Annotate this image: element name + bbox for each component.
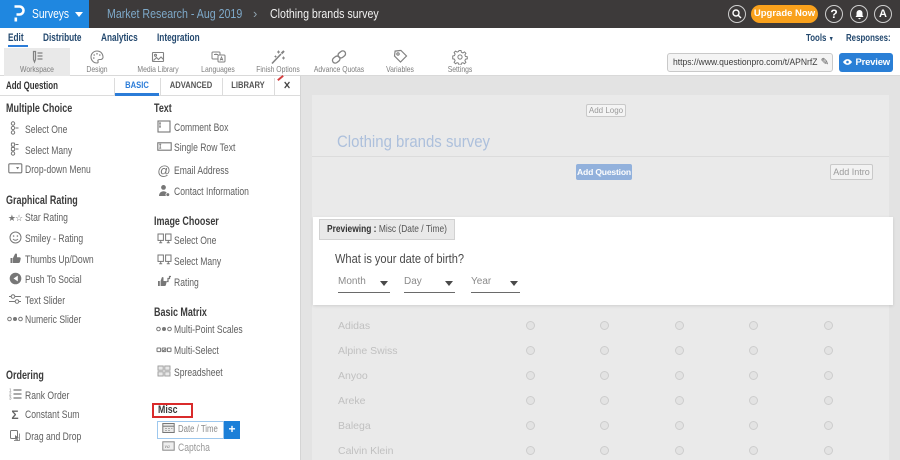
svg-text:3: 3 — [9, 396, 12, 400]
svg-text:va: va — [164, 444, 169, 450]
